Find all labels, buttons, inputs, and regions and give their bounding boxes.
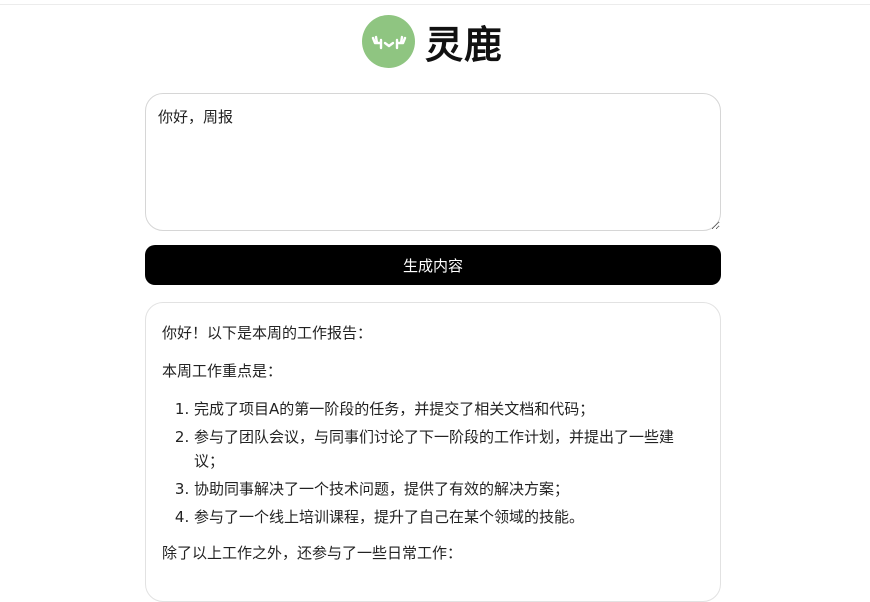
brand-name: 灵鹿 [425,22,504,67]
result-focus-heading: 本周工作重点是： [162,362,283,380]
prompt-input[interactable] [145,93,721,231]
result-task-list: 完成了项目A的第一阶段的任务，并提交了相关文档和代码； 参与了团队会议，与同事们… [162,397,704,529]
deer-antler-logo-icon [362,14,415,68]
brand-header: 灵鹿 [362,14,503,68]
list-item: 参与了一个线上培训课程，提升了自己在某个领域的技能。 [194,505,704,529]
result-output: 你好！以下是本周的工作报告： 本周工作重点是： 完成了项目A的第一阶段的任务，并… [145,302,721,602]
top-divider [0,4,870,5]
result-greeting: 你好！以下是本周的工作报告： [162,324,373,342]
list-item: 参与了团队会议，与同事们讨论了下一阶段的工作计划，并提出了一些建议； [194,425,704,473]
result-extra-heading: 除了以上工作之外，还参与了一些日常工作： [162,544,463,562]
list-item: 协助同事解决了一个技术问题，提供了有效的解决方案； [194,477,704,501]
generate-content-button[interactable]: 生成内容 [145,245,721,285]
list-item: 完成了项目A的第一阶段的任务，并提交了相关文档和代码； [194,397,704,421]
